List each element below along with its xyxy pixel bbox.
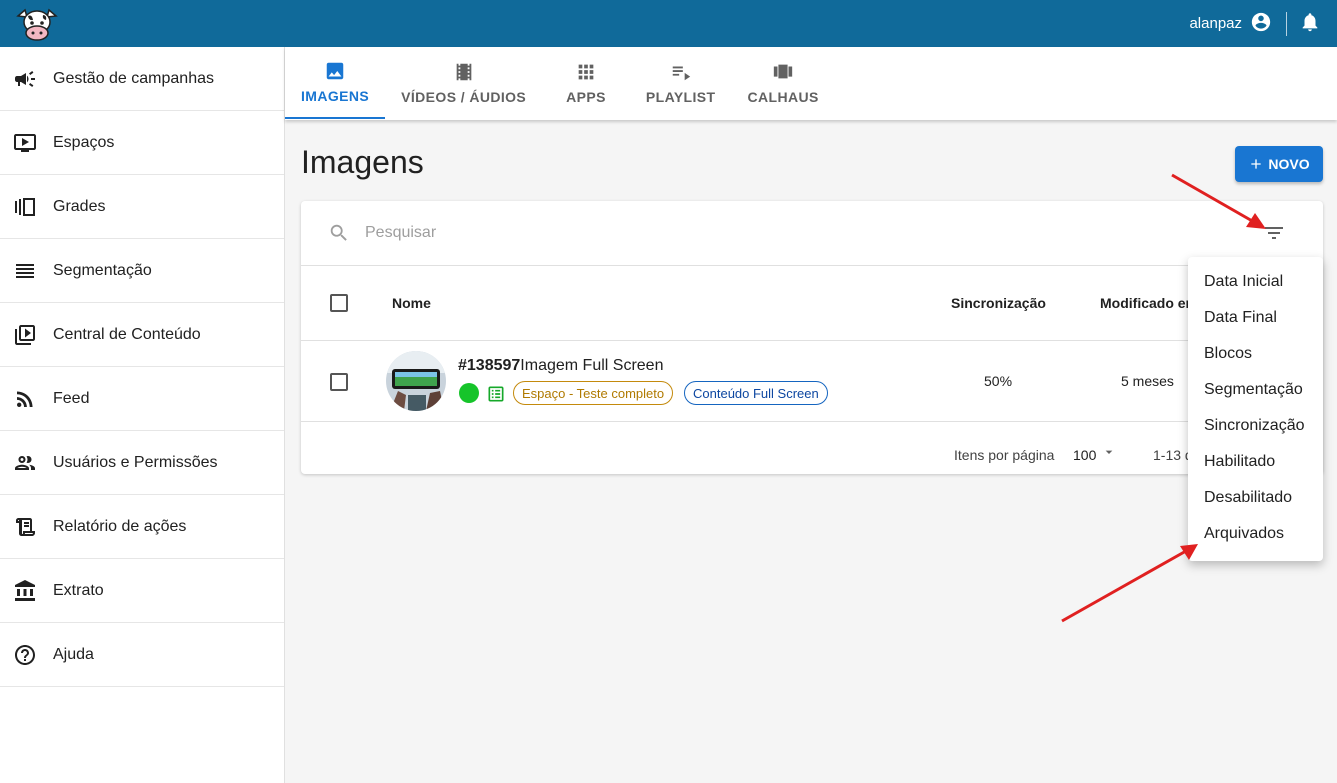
filter-option-blocos[interactable]: Blocos xyxy=(1188,336,1323,372)
sidebar-item-campanhas[interactable]: Gestão de campanhas xyxy=(0,47,284,111)
column-header-modified[interactable]: Modificado em xyxy=(1100,295,1198,311)
filter-menu: Data Inicial Data Final Blocos Segmentaç… xyxy=(1188,257,1323,561)
megaphone-icon xyxy=(13,67,37,91)
caret-down-icon[interactable] xyxy=(1101,444,1117,465)
sidebar: Gestão de campanhas Espaços Grades Segme… xyxy=(0,47,285,783)
sidebar-item-ajuda[interactable]: Ajuda xyxy=(0,623,284,687)
item-title[interactable]: #138597Imagem Full Screen xyxy=(458,357,663,375)
sidebar-item-label: Espaços xyxy=(53,133,115,151)
new-button[interactable]: NOVO xyxy=(1235,146,1323,182)
cow-logo-icon[interactable] xyxy=(14,6,60,42)
item-id: #138597 xyxy=(458,357,521,374)
annotation-arrow-to-arquivados xyxy=(1061,544,1198,623)
new-button-label: NOVO xyxy=(1268,156,1310,172)
search-input[interactable] xyxy=(365,219,1165,247)
sidebar-item-label: Central de Conteúdo xyxy=(53,325,201,343)
tab-label: PLAYLIST xyxy=(645,89,716,105)
rss-feed-icon xyxy=(13,387,37,411)
sidebar-item-label: Gestão de campanhas xyxy=(53,69,214,87)
table-row[interactable]: #138597Imagem Full Screen Espaço - Teste… xyxy=(301,341,1323,422)
playlist-icon xyxy=(672,66,690,81)
search-icon xyxy=(328,222,350,249)
screen-play-icon xyxy=(13,131,37,155)
items-per-page-select[interactable]: 100 xyxy=(1073,447,1096,463)
grid-view-icon xyxy=(13,195,37,219)
row-checkbox[interactable] xyxy=(330,373,348,391)
help-icon xyxy=(13,643,37,667)
sidebar-item-grades[interactable]: Grades xyxy=(0,175,284,239)
sidebar-item-feed[interactable]: Feed xyxy=(0,367,284,431)
modified-value: 5 meses xyxy=(1121,373,1174,389)
top-app-bar: alanpaz xyxy=(0,0,1337,47)
table-pagination: Itens por página 100 1-13 d xyxy=(301,422,1323,474)
bank-icon xyxy=(13,579,37,603)
report-scroll-icon xyxy=(13,515,37,539)
tab-label: VÍDEOS / ÁUDIOS xyxy=(401,89,527,105)
list-details-icon[interactable] xyxy=(486,384,506,409)
tab-imagens[interactable]: IMAGENS xyxy=(285,47,386,119)
sidebar-item-label: Ajuda xyxy=(53,645,94,663)
filter-option-desabilitado[interactable]: Desabilitado xyxy=(1188,480,1323,516)
filter-option-habilitado[interactable]: Habilitado xyxy=(1188,444,1323,480)
sidebar-item-usuarios[interactable]: Usuários e Permissões xyxy=(0,431,284,495)
account-circle-icon[interactable] xyxy=(1250,11,1272,37)
filter-option-sincronizacao[interactable]: Sincronização xyxy=(1188,408,1323,444)
tab-label: IMAGENS xyxy=(301,88,370,104)
filter-option-arquivados[interactable]: Arquivados xyxy=(1188,516,1323,552)
image-icon xyxy=(326,62,344,80)
sidebar-item-extrato[interactable]: Extrato xyxy=(0,559,284,623)
divider xyxy=(1286,11,1287,36)
sync-value: 50% xyxy=(984,373,1013,389)
plus-icon xyxy=(1251,159,1262,169)
search-bar xyxy=(301,201,1323,266)
select-all-checkbox[interactable] xyxy=(330,294,348,312)
segment-lines-icon xyxy=(13,259,37,283)
sidebar-item-segmentacao[interactable]: Segmentação xyxy=(0,239,284,303)
people-icon xyxy=(13,451,37,475)
column-header-sync[interactable]: Sincronização xyxy=(951,295,1046,311)
tab-label: APPS xyxy=(566,89,606,105)
content-library-icon xyxy=(13,323,37,347)
bell-icon[interactable] xyxy=(1299,11,1321,37)
sidebar-item-label: Grades xyxy=(53,197,106,215)
content-tabs: IMAGENS VÍDEOS / ÁUDIOS APPS PLAYLIST CA… xyxy=(285,47,1337,120)
page-range: 1-13 d xyxy=(1153,447,1193,463)
tab-videos-audios[interactable]: VÍDEOS / ÁUDIOS xyxy=(385,47,542,119)
column-header-name[interactable]: Nome xyxy=(392,295,431,311)
tab-playlist[interactable]: PLAYLIST xyxy=(630,47,732,119)
image-thumbnail[interactable] xyxy=(386,351,446,411)
filter-option-data-final[interactable]: Data Final xyxy=(1188,300,1323,336)
tab-label: CALHAUS xyxy=(747,89,819,105)
content-chip[interactable]: Conteúdo Full Screen xyxy=(684,381,828,405)
sidebar-item-label: Relatório de ações xyxy=(53,517,187,535)
status-active-dot xyxy=(459,383,479,403)
tab-apps[interactable]: APPS xyxy=(542,47,630,119)
items-per-page-label: Itens por página xyxy=(954,447,1055,463)
sidebar-item-label: Segmentação xyxy=(53,261,152,279)
sidebar-item-label: Feed xyxy=(53,389,90,407)
apps-grid-icon xyxy=(578,64,594,80)
filter-option-segmentacao[interactable]: Segmentação xyxy=(1188,372,1323,408)
film-icon xyxy=(456,63,471,81)
username-label[interactable]: alanpaz xyxy=(1189,15,1242,32)
tab-calhaus[interactable]: CALHAUS xyxy=(732,47,835,119)
filter-icon[interactable] xyxy=(1262,221,1286,245)
table-header-row: Nome Sincronização Modificado em xyxy=(301,266,1323,341)
item-name: Imagem Full Screen xyxy=(520,357,664,374)
sidebar-item-espacos[interactable]: Espaços xyxy=(0,111,284,175)
sidebar-item-label: Extrato xyxy=(53,581,104,599)
sidebar-item-label: Usuários e Permissões xyxy=(53,453,218,471)
sidebar-item-central-conteudo[interactable]: Central de Conteúdo xyxy=(0,303,284,367)
space-chip[interactable]: Espaço - Teste completo xyxy=(513,381,674,405)
page-title: Imagens xyxy=(301,144,424,180)
filter-option-data-inicial[interactable]: Data Inicial xyxy=(1188,264,1323,300)
carousel-icon xyxy=(773,64,793,79)
sidebar-item-relatorio[interactable]: Relatório de ações xyxy=(0,495,284,559)
images-table-card: Nome Sincronização Modificado em #138597… xyxy=(301,201,1323,474)
